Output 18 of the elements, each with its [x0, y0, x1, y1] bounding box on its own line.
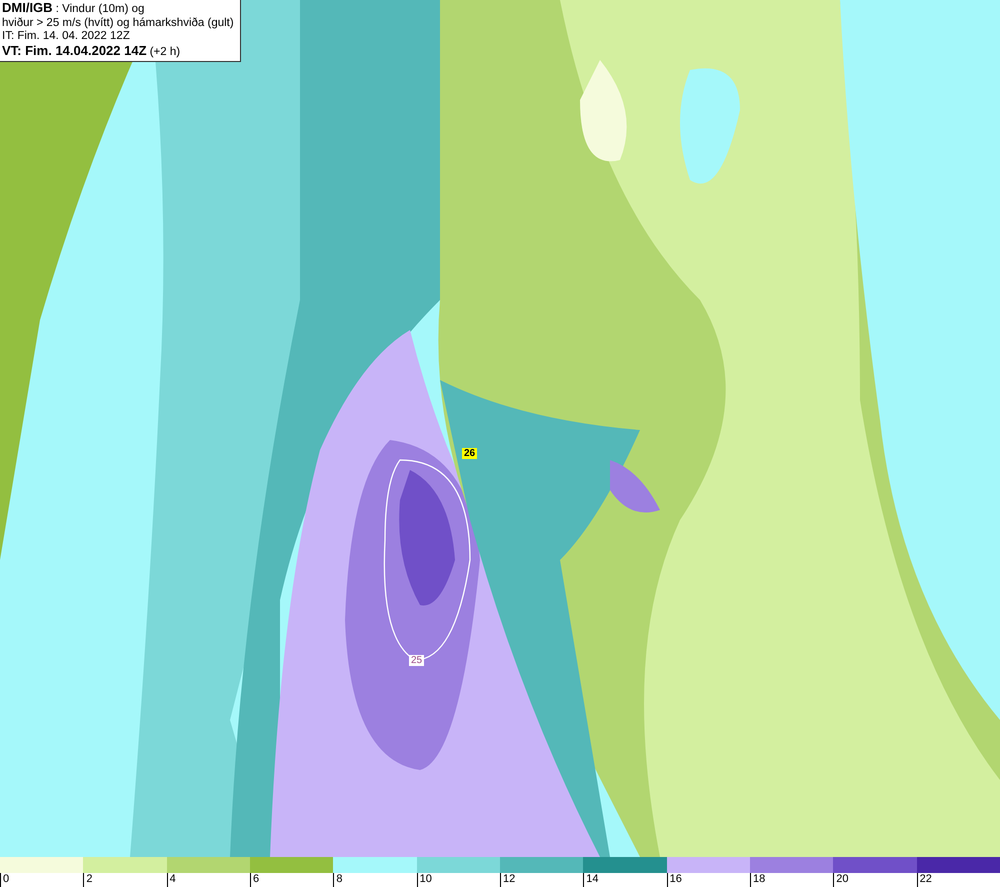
contour-label: 25 — [409, 655, 424, 666]
header-subtitle: hviður > 25 m/s (hvítt) og hámarkshviða (gult) — [2, 16, 234, 30]
legend-tick-label: 8 — [336, 873, 342, 885]
legend-tick-label: 10 — [420, 873, 432, 885]
legend-tick-label: 22 — [920, 873, 932, 885]
max-gust-label: 26 — [462, 448, 478, 459]
legend-tick-label: 20 — [836, 873, 849, 885]
legend-tick-label: 0 — [3, 873, 10, 885]
valid-time: VT: Fim. 14.04.2022 14Z (+2 h) — [2, 44, 182, 59]
legend-tick-label: 4 — [170, 873, 176, 885]
legend-tick-label: 6 — [252, 873, 260, 885]
header-title: DMI/IGB : Vindur (10m) og — [2, 1, 146, 16]
legend-tick-label: 2 — [86, 873, 92, 885]
issue-time: IT: Fim. 14. 04. 2022 12Z — [2, 30, 131, 44]
legend-tick-label: 18 — [752, 873, 766, 885]
legend-tick-label: 16 — [670, 873, 682, 885]
legend-tick-label: 14 — [586, 873, 599, 885]
legend-tick-label: 12 — [502, 873, 516, 885]
